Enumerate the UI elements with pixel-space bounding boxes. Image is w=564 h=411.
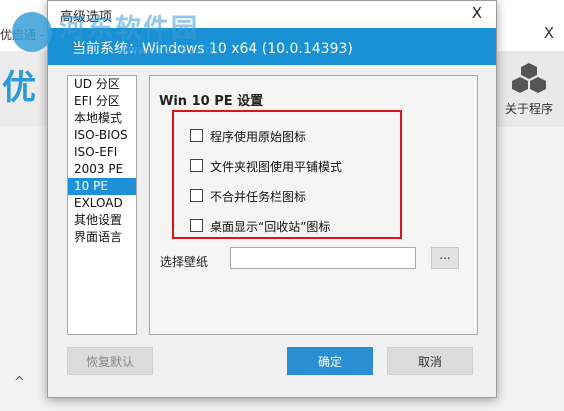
browse-wallpaper-button[interactable]: ... (431, 247, 459, 269)
checkbox[interactable] (190, 129, 203, 142)
app-logo: 优 (2, 68, 36, 108)
checkbox[interactable] (190, 189, 203, 202)
background-close-icon[interactable]: X (544, 24, 554, 42)
nav-item-iso-efi[interactable]: ISO-EFI (68, 144, 136, 161)
cancel-button[interactable]: 取消 (387, 347, 473, 375)
watermark-url: www.pc0359.cn (118, 43, 213, 57)
chevron-up-icon[interactable]: ^ (14, 375, 25, 390)
nav-item-10-pe[interactable]: 10 PE (68, 178, 136, 195)
ok-button[interactable]: 确定 (287, 347, 373, 375)
settings-nav-list: UD 分区 EFI 分区 本地模式 ISO-BIOS ISO-EFI 2003 … (67, 75, 137, 335)
advanced-options-dialog: 高级选项 X 当前系统：Windows 10 x64 (10.0.14393) … (47, 0, 497, 398)
watermark-logo (12, 12, 52, 52)
about-program-button[interactable]: 关于程序 (494, 51, 564, 127)
nav-item-interface-language[interactable]: 界面语言 (68, 229, 136, 246)
option-label: 不合并任务栏图标 (210, 190, 307, 204)
nav-item-local-mode[interactable]: 本地模式 (68, 110, 136, 127)
checkbox[interactable] (190, 159, 203, 172)
nav-item-ud-partition[interactable]: UD 分区 (68, 76, 136, 93)
cubes-icon (512, 63, 546, 93)
wallpaper-label: 选择壁纸 (160, 255, 209, 269)
nav-item-exload[interactable]: EXLOAD (68, 195, 136, 212)
checkbox[interactable] (190, 219, 203, 232)
nav-item-iso-bios[interactable]: ISO-BIOS (68, 127, 136, 144)
win10-pe-settings-panel: Win 10 PE 设置 程序使用原始图标 文件夹视图使用平铺模式 不合并任务栏… (149, 75, 478, 335)
options-highlight-box: 程序使用原始图标 文件夹视图使用平铺模式 不合并任务栏图标 桌面显示“回收站”图… (172, 110, 402, 239)
watermark-text: 河东软件园 (59, 14, 200, 44)
about-program-label: 关于程序 (504, 102, 553, 116)
nav-item-efi-partition[interactable]: EFI 分区 (68, 93, 136, 110)
option-label: 程序使用原始图标 (210, 130, 307, 144)
option-label: 文件夹视图使用平铺模式 (210, 160, 343, 174)
restore-defaults-button[interactable]: 恢复默认 (67, 347, 153, 375)
wallpaper-path-input[interactable] (230, 247, 416, 269)
option-label: 桌面显示“回收站”图标 (210, 220, 331, 234)
nav-item-other-settings[interactable]: 其他设置 (68, 212, 136, 229)
dialog-close-button[interactable]: X (472, 4, 482, 22)
panel-title: Win 10 PE 设置 (159, 94, 264, 109)
nav-item-2003-pe[interactable]: 2003 PE (68, 161, 136, 178)
